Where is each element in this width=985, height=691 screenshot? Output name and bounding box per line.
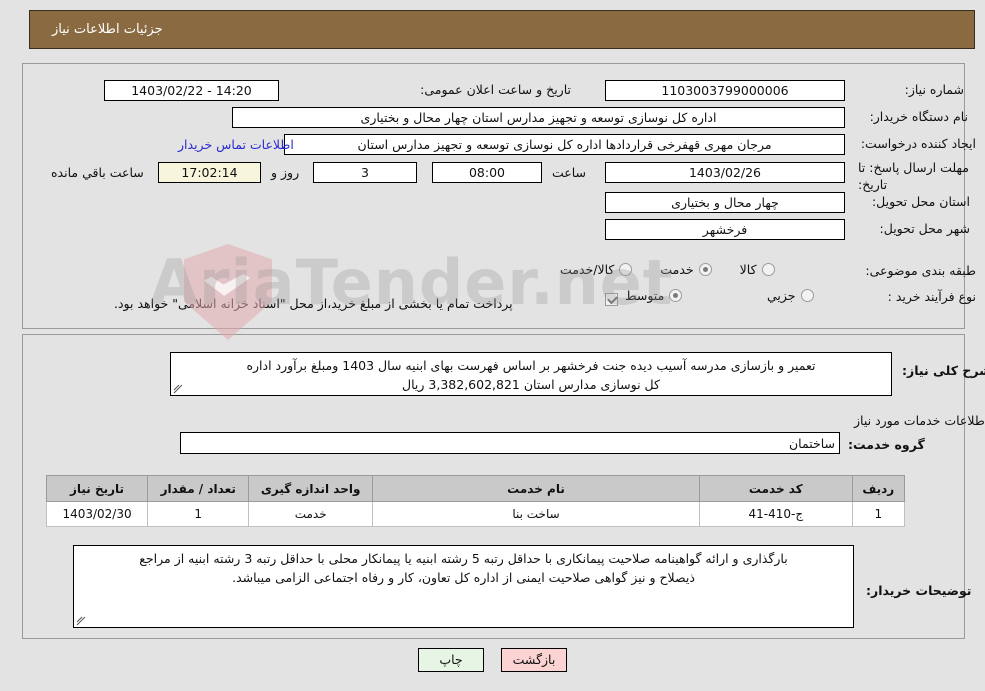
radio-option-jozi[interactable]: جزیي: [767, 288, 814, 303]
back-button[interactable]: بازگشت: [501, 648, 567, 672]
radio-label-motavaset: متوسط: [625, 288, 665, 303]
table-header-row: ردیف کد خدمت نام خدمت واحد اندازه گیری ت…: [45, 475, 906, 502]
radio-icon-kala-khedmat[interactable]: [619, 263, 633, 276]
treasury-bonds-label: پرداخت تمام یا بخشی از مبلغ خرید،از محل …: [114, 296, 513, 311]
print-button[interactable]: چاپ: [418, 648, 484, 672]
radio-label-kala: کالا: [739, 262, 757, 277]
public-announce-value: 1403/02/22 - 14:20: [104, 80, 279, 101]
resize-grip-icon-notes[interactable]: [76, 616, 86, 626]
services-table: ردیف کد خدمت نام خدمت واحد اندازه گیری ت…: [45, 475, 906, 527]
public-announce-label: تاریخ و ساعت اعلان عمومی:: [420, 81, 571, 97]
buyer-notes-line-2: ذیصلاح و نیز گواهی صلاحیت ایمنی از اداره…: [232, 570, 695, 586]
buyer-org-label: نام دستگاه خریدار:: [869, 108, 968, 124]
delivery-city-label: شهر محل تحویل:: [879, 220, 970, 236]
services-heading: اطلاعات خدمات مورد نیاز: [854, 413, 985, 428]
buyer-contact-link[interactable]: اطلاعات تماس خریدار: [178, 137, 294, 152]
treasury-bonds-checkbox[interactable]: [605, 293, 618, 306]
radio-icon-kala[interactable]: [761, 263, 775, 276]
delivery-province-label: استان محل تحویل:: [871, 193, 970, 209]
page-title: جزئیات اطلاعات نیاز: [52, 22, 163, 37]
buyer-org-value: اداره کل نوسازی توسعه و تجهیز مدارس استا…: [232, 107, 845, 128]
purchase-process-radio-group: جزیي: [745, 288, 814, 303]
subject-category-radio-group: کالا خدمت کالا/خدمت: [560, 262, 775, 277]
purchase-process-radio-group-2: متوسط: [625, 288, 683, 303]
request-creator-value: مرجان مهری قهفرخی قراردادها اداره کل نوس…: [284, 134, 845, 155]
deadline-time-value: 08:00: [432, 162, 542, 183]
col-unit: واحد اندازه گیری: [248, 475, 373, 502]
service-group-label: گروه خدمت:: [848, 437, 925, 452]
cell-quantity: 1: [147, 501, 250, 527]
radio-label-kala-khedmat: کالا/خدمت: [560, 262, 615, 277]
buyer-notes-line-1: بارگذاری و ارائه گواهینامه صلاحیت پیمانک…: [139, 551, 788, 566]
col-service-code: کد خدمت: [699, 475, 853, 502]
request-creator-label: ایجاد کننده درخواست:: [860, 135, 976, 151]
delivery-province-value: چهار محال و بختیاری: [605, 192, 845, 213]
remaining-time-suffix: ساعت باقي مانده: [51, 165, 144, 180]
footer-button-row: بازگشت چاپ: [0, 648, 985, 672]
cell-radif: 1: [851, 501, 906, 527]
radio-icon-motavaset[interactable]: [669, 289, 683, 302]
need-number-label: شماره نیاز:: [904, 81, 964, 97]
overview-line-2: کل نوسازی مدارس استان 3,382,602,821 ریال: [402, 377, 660, 393]
radio-label-khedmat: خدمت: [660, 262, 694, 277]
overview-line-1: تعمیر و بازسازی مدرسه آسیب دیده جنت فرخش…: [246, 358, 816, 373]
resize-grip-icon[interactable]: [173, 384, 183, 394]
radio-icon-khedmat[interactable]: [698, 263, 712, 276]
remaining-days-suffix: روز و: [271, 165, 300, 180]
col-quantity: تعداد / مقدار: [147, 475, 250, 502]
purchase-process-label: نوع فرآیند خرید :: [887, 288, 976, 304]
deadline-time-label: ساعت: [552, 165, 587, 180]
remaining-days-value: 3: [313, 162, 417, 183]
col-need-date: تاریخ نیاز: [45, 475, 149, 502]
overview-textarea[interactable]: تعمیر و بازسازی مدرسه آسیب دیده جنت فرخش…: [170, 352, 892, 396]
remaining-time-value: 17:02:14: [158, 162, 261, 183]
col-radif: ردیف: [851, 475, 906, 502]
page-header: جزئیات اطلاعات نیاز: [29, 10, 975, 49]
delivery-city-value: فرخشهر: [605, 219, 845, 240]
buyer-notes-textarea[interactable]: بارگذاری و ارائه گواهینامه صلاحیت پیمانک…: [73, 545, 854, 628]
radio-option-kala[interactable]: کالا: [740, 262, 775, 277]
need-number-value: 1103003799000006: [605, 80, 845, 101]
radio-option-motavaset[interactable]: متوسط: [625, 288, 683, 303]
cell-service-code: ج-410-41: [699, 501, 853, 527]
response-deadline-date: 1403/02/26: [605, 162, 845, 183]
cell-service-name: ساخت بنا: [371, 501, 701, 527]
cell-need-date: 1403/02/30: [45, 501, 149, 527]
radio-option-kala-khedmat[interactable]: کالا/خدمت: [560, 262, 633, 277]
radio-label-jozi: جزیي: [767, 288, 796, 303]
table-row: 1 ج-410-41 ساخت بنا خدمت 1 1403/02/30: [45, 501, 906, 527]
overview-label: شرح کلی نیاز:: [902, 363, 985, 378]
service-group-value[interactable]: ساختمان: [180, 432, 840, 454]
cell-unit: خدمت: [248, 501, 373, 527]
buyer-notes-label: توضیحات خریدار:: [866, 583, 972, 598]
col-service-name: نام خدمت: [371, 475, 701, 502]
subject-category-label: طبقه بندی موضوعی:: [865, 262, 976, 278]
response-deadline-label: مهلت ارسال پاسخ: تا تاریخ:: [858, 160, 969, 192]
radio-option-khedmat[interactable]: خدمت: [660, 262, 712, 277]
radio-icon-jozi[interactable]: [800, 289, 814, 302]
